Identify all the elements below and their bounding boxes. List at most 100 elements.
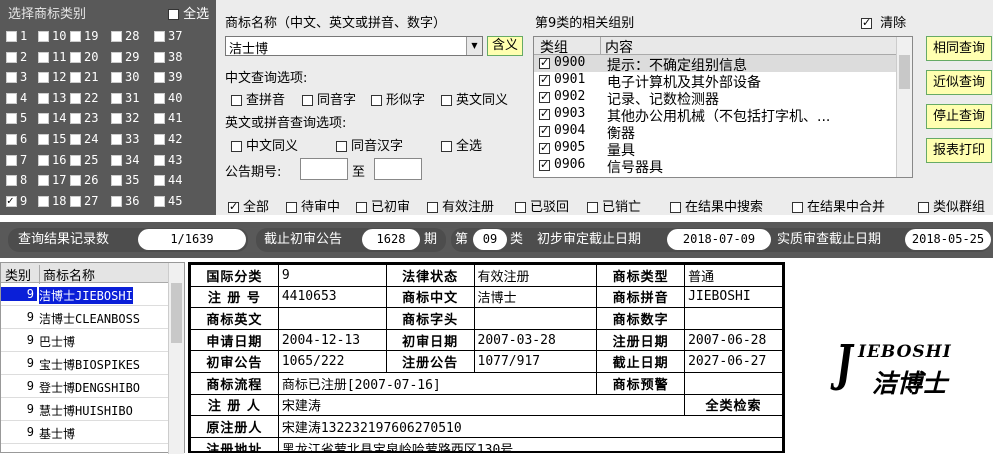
en-option-1[interactable]: 同音汉字 bbox=[336, 135, 403, 154]
filter-option-1[interactable]: 待审中 bbox=[286, 196, 340, 215]
filter-option-6[interactable]: 在结果中搜索 bbox=[670, 196, 763, 215]
class-checkbox-9[interactable]: 9 bbox=[6, 194, 27, 208]
checkbox-icon[interactable] bbox=[111, 51, 122, 63]
class-checkbox-29[interactable]: 29 bbox=[111, 50, 139, 64]
class-checkbox-8[interactable]: 8 bbox=[6, 173, 27, 187]
class-checkbox-36[interactable]: 36 bbox=[111, 194, 139, 208]
group-list[interactable]: 类组 内容 0900提示：不确定组别信息0901电子计算机及其外部设备0902记… bbox=[533, 36, 913, 178]
result-row[interactable]: 9 宝士博BIOSPIKES bbox=[1, 352, 184, 375]
class-checkbox-35[interactable]: 35 bbox=[111, 173, 139, 187]
checkbox-icon[interactable] bbox=[539, 107, 550, 120]
period-from-input[interactable] bbox=[300, 158, 348, 180]
trademark-name-input[interactable]: 洁士博 ▼ bbox=[225, 36, 483, 57]
class-checkbox-44[interactable]: 44 bbox=[154, 173, 182, 187]
checkbox-icon[interactable] bbox=[38, 92, 49, 104]
checkbox-icon[interactable] bbox=[539, 73, 550, 86]
checkbox-icon[interactable] bbox=[70, 31, 81, 42]
checkbox-icon[interactable] bbox=[6, 175, 17, 187]
class-checkbox-39[interactable]: 39 bbox=[154, 70, 182, 84]
checkbox-icon[interactable] bbox=[6, 134, 17, 145]
checkbox-icon[interactable] bbox=[6, 154, 17, 166]
class-checkbox-2[interactable]: 2 bbox=[6, 50, 27, 64]
class-checkbox-41[interactable]: 41 bbox=[154, 111, 182, 125]
class-checkbox-24[interactable]: 24 bbox=[70, 132, 98, 146]
filter-option-4[interactable]: 已驳回 bbox=[515, 196, 569, 215]
class-checkbox-5[interactable]: 5 bbox=[6, 111, 27, 125]
checkbox-icon[interactable] bbox=[6, 72, 17, 84]
class-checkbox-45[interactable]: 45 bbox=[154, 194, 182, 208]
checkbox-icon[interactable] bbox=[231, 95, 242, 106]
class-checkbox-28[interactable]: 28 bbox=[111, 29, 139, 43]
checkbox-icon[interactable] bbox=[154, 92, 165, 104]
filter-option-2[interactable]: 已初审 bbox=[356, 196, 410, 215]
checkbox-icon[interactable] bbox=[38, 72, 49, 84]
checkbox-icon[interactable] bbox=[302, 95, 313, 106]
similar-query-button[interactable]: 近似查询 bbox=[926, 70, 992, 95]
checkbox-icon[interactable] bbox=[38, 175, 49, 187]
checkbox-icon[interactable] bbox=[441, 141, 452, 152]
checkbox-icon[interactable] bbox=[111, 134, 122, 145]
class-checkbox-13[interactable]: 13 bbox=[38, 91, 66, 105]
checkbox-icon[interactable] bbox=[70, 51, 81, 63]
class-checkbox-6[interactable]: 6 bbox=[6, 132, 27, 146]
checkbox-icon[interactable] bbox=[111, 113, 122, 125]
class-checkbox-37[interactable]: 37 bbox=[154, 29, 182, 43]
class-checkbox-22[interactable]: 22 bbox=[70, 91, 98, 105]
checkbox-icon[interactable] bbox=[861, 16, 872, 29]
checkbox-icon[interactable] bbox=[371, 95, 382, 106]
group-row[interactable]: 0904衡器 bbox=[534, 123, 912, 142]
filter-option-7[interactable]: 在结果中合并 bbox=[792, 196, 885, 215]
checkbox-icon[interactable] bbox=[515, 202, 526, 213]
class-checkbox-33[interactable]: 33 bbox=[111, 132, 139, 146]
class-checkbox-26[interactable]: 26 bbox=[70, 173, 98, 187]
checkbox-icon[interactable] bbox=[427, 202, 438, 213]
en-option-0[interactable]: 中文同义 bbox=[231, 135, 298, 154]
result-row[interactable]: 9 登士博DENGSHIBO bbox=[1, 375, 184, 398]
filter-option-8[interactable]: 类似群组 bbox=[918, 196, 985, 215]
checkbox-icon[interactable] bbox=[38, 113, 49, 125]
select-all-classes-checkbox[interactable]: 全选 bbox=[168, 3, 209, 22]
group-row[interactable]: 0901电子计算机及其外部设备 bbox=[534, 72, 912, 91]
group-row[interactable]: 0902记录、记数检测器 bbox=[534, 89, 912, 108]
checkbox-icon[interactable] bbox=[6, 31, 17, 42]
same-query-button[interactable]: 相同查询 bbox=[926, 36, 992, 61]
checkbox-icon[interactable] bbox=[38, 134, 49, 145]
checkbox-icon[interactable] bbox=[539, 141, 550, 154]
group-row[interactable]: 0900提示：不确定组别信息 bbox=[534, 55, 912, 74]
checkbox-icon[interactable] bbox=[70, 134, 81, 145]
class-checkbox-25[interactable]: 25 bbox=[70, 153, 98, 167]
filter-option-0[interactable]: 全部 bbox=[228, 196, 269, 215]
checkbox-icon[interactable] bbox=[154, 134, 165, 145]
class-checkbox-27[interactable]: 27 bbox=[70, 194, 98, 208]
checkbox-icon[interactable] bbox=[70, 175, 81, 187]
checkbox-icon[interactable] bbox=[6, 113, 17, 125]
scrollbar[interactable] bbox=[896, 37, 912, 177]
class-checkbox-20[interactable]: 20 bbox=[70, 50, 98, 64]
class-checkbox-42[interactable]: 42 bbox=[154, 132, 182, 146]
result-row[interactable]: 9 洁博士CLEANBOSS bbox=[1, 306, 184, 329]
checkbox-icon[interactable] bbox=[587, 202, 598, 213]
group-row[interactable]: 0905量具 bbox=[534, 140, 912, 159]
class-checkbox-32[interactable]: 32 bbox=[111, 111, 139, 125]
meaning-button[interactable]: 含义 bbox=[487, 36, 523, 56]
group-row[interactable]: 0906 信号器具 bbox=[534, 157, 912, 176]
class-checkbox-11[interactable]: 11 bbox=[38, 50, 66, 64]
scrollbar[interactable] bbox=[168, 263, 184, 454]
class-checkbox-10[interactable]: 10 bbox=[38, 29, 66, 43]
checkbox-icon[interactable] bbox=[154, 113, 165, 125]
checkbox-icon[interactable] bbox=[918, 202, 929, 213]
class-checkbox-30[interactable]: 30 bbox=[111, 70, 139, 84]
en-option-2[interactable]: 全选 bbox=[441, 135, 482, 154]
print-report-button[interactable]: 报表打印 bbox=[926, 138, 992, 163]
result-row[interactable]: 9 巴士博 bbox=[1, 329, 184, 352]
checkbox-icon[interactable] bbox=[111, 175, 122, 187]
cn-option-0[interactable]: 查拼音 bbox=[231, 89, 285, 108]
checkbox-icon[interactable] bbox=[111, 154, 122, 166]
checkbox-icon[interactable] bbox=[38, 51, 49, 63]
class-checkbox-23[interactable]: 23 bbox=[70, 111, 98, 125]
class-checkbox-40[interactable]: 40 bbox=[154, 91, 182, 105]
checkbox-icon[interactable] bbox=[154, 31, 165, 42]
checkbox-icon[interactable] bbox=[539, 56, 550, 69]
class-checkbox-14[interactable]: 14 bbox=[38, 111, 66, 125]
class-checkbox-34[interactable]: 34 bbox=[111, 153, 139, 167]
